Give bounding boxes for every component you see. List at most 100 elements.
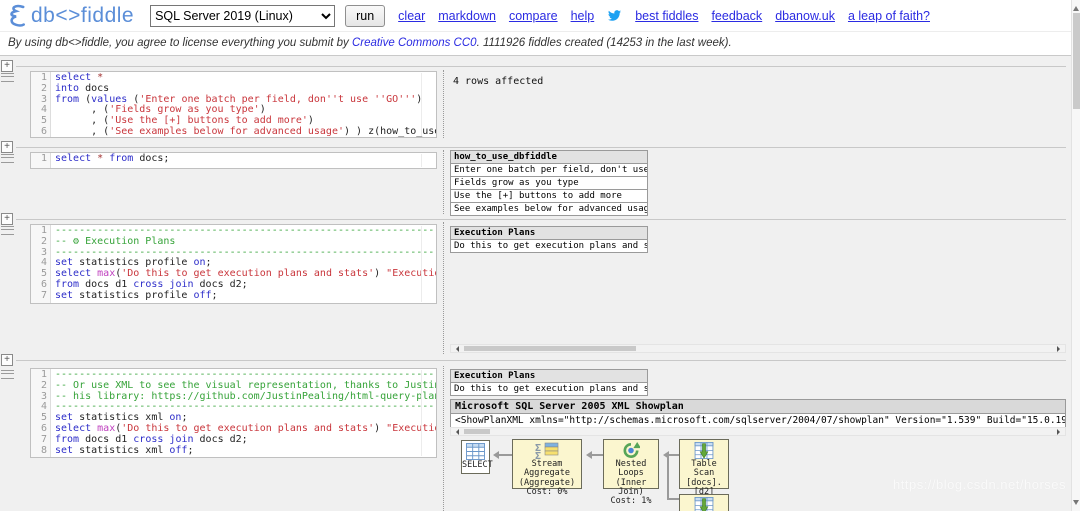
add-batch-button-4[interactable]: + xyxy=(1,354,13,366)
code-token: 'Fields grow as you type' xyxy=(109,104,260,115)
drag-handle-icon-3[interactable] xyxy=(1,226,14,235)
code-lines-1: 1select *2into docs3from (values ('Enter… xyxy=(31,72,436,138)
database-select[interactable]: SQL Server 2019 (Linux) xyxy=(150,5,335,27)
watermark: https://blog.csdn.net/horses xyxy=(893,477,1066,492)
plan-node-nested-loops[interactable]: Nested Loops (Inner Join) Cost: 1% xyxy=(603,439,659,489)
line-number: 8 xyxy=(31,446,51,457)
code-line: 1select * from docs; xyxy=(31,154,436,165)
nav-link-feedback[interactable]: feedback xyxy=(711,9,762,23)
cc0-link[interactable]: Creative Commons CC0 xyxy=(352,37,477,49)
result-row: Fields grow as you type xyxy=(451,177,648,190)
add-batch-button-2[interactable]: + xyxy=(1,141,13,153)
code-token: , ( xyxy=(55,126,109,137)
plan-node-table-scan-d2[interactable]: Table Scan [docs].[d2] Cost: 48% xyxy=(679,439,729,489)
twitter-icon[interactable] xyxy=(607,9,622,22)
code-token: 'Use the [+] buttons to add more' xyxy=(109,115,308,126)
code-token: 'Enter one batch per field, don''t use '… xyxy=(139,94,416,105)
code-token: -- his library: https://github.com/Justi… xyxy=(55,391,437,402)
plan-node-select[interactable]: SELECT xyxy=(461,440,490,474)
scroll-up-icon[interactable] xyxy=(1073,3,1079,11)
sql-editor-4[interactable]: 1---------------------------------------… xyxy=(30,368,437,458)
scroll-left-icon[interactable] xyxy=(453,429,459,435)
scroll-right-icon[interactable] xyxy=(1057,346,1063,352)
plan-node-sublabel: (Inner Join) xyxy=(604,479,658,498)
logo[interactable]: db<>fiddle xyxy=(8,3,134,29)
plan-node-stream-aggregate[interactable]: Σ Σ Stream Aggregate (Aggregate) Cost: 0… xyxy=(512,439,582,489)
result-cell: Enter one batch per field, don't use 'GO… xyxy=(451,164,648,177)
result-row: Use the [+] buttons to add more xyxy=(451,190,648,203)
scroll-right-icon[interactable] xyxy=(1057,429,1063,435)
scrollbar-thumb[interactable] xyxy=(1073,13,1080,109)
block-separator xyxy=(16,360,1066,361)
result-table-execution-plans-4: Execution PlansDo this to get execution … xyxy=(450,369,648,396)
code-token: 'Do this to get execution plans and stat… xyxy=(121,423,374,434)
scrollbar-thumb[interactable] xyxy=(464,346,636,351)
code-token: set xyxy=(55,290,73,301)
run-button[interactable]: run xyxy=(345,5,385,27)
code-token: cross xyxy=(133,434,163,445)
stream-aggregate-icon: Σ Σ xyxy=(535,442,559,459)
drag-handle-icon-2[interactable] xyxy=(1,154,14,163)
xml-horizontal-scrollbar[interactable] xyxy=(450,427,1066,436)
nav-link-dbanow[interactable]: dbanow.uk xyxy=(775,9,835,23)
drag-handle-icon-1[interactable] xyxy=(1,73,14,82)
code-token: docs d2; xyxy=(194,434,248,445)
drag-handle-icon-4[interactable] xyxy=(1,370,14,379)
code-token: ----------------------------------------… xyxy=(55,225,434,236)
fiddle-area: + + + + 1select *2into docs3from (values… xyxy=(0,56,1071,511)
dbfiddle-app: db<>fiddle SQL Server 2019 (Linux) run c… xyxy=(0,0,1080,511)
plan-node-table-scan-d1[interactable]: Table Scan [docs].[d1] Cost: 48% xyxy=(679,494,729,511)
sql-editor-3[interactable]: 1---------------------------------------… xyxy=(30,224,437,304)
code-token: select xyxy=(55,153,91,164)
add-batch-button-1[interactable]: + xyxy=(1,60,13,72)
page-vertical-scrollbar[interactable] xyxy=(1071,0,1080,511)
code-token: docs d1 xyxy=(79,279,133,290)
code-token: docs; xyxy=(133,153,169,164)
code-token: on xyxy=(193,257,205,268)
code-token: docs d1 xyxy=(79,434,133,445)
showplan-xml-text[interactable]: <ShowPlanXML xmlns="http://schemas.micro… xyxy=(451,414,1065,427)
logo-text: db<>fiddle xyxy=(31,4,134,28)
code-token: docs d2; xyxy=(194,279,248,290)
result-header-row: Execution Plans xyxy=(451,370,648,383)
nav-link-leap-of-faith[interactable]: a leap of faith? xyxy=(848,9,930,23)
code-token: statistics profile xyxy=(73,290,193,301)
code-token: ----------------------------------------… xyxy=(55,247,434,258)
scroll-down-icon[interactable] xyxy=(1073,500,1079,508)
stats-horizontal-scrollbar[interactable] xyxy=(450,344,1066,353)
code-token: select xyxy=(55,72,91,83)
sql-editor-2[interactable]: 1select * from docs; xyxy=(30,152,437,169)
code-token: ) ) z(how_to_use_dbfiddle); xyxy=(344,126,437,137)
code-token: from xyxy=(55,94,79,105)
code-text: , ('See examples below for advanced usag… xyxy=(51,127,437,138)
result-divider xyxy=(443,366,444,511)
code-token: set xyxy=(55,445,73,456)
result-cell: See examples below for advanced usage xyxy=(451,203,648,216)
sql-editor-1[interactable]: 1select *2into docs3from (values ('Enter… xyxy=(30,71,437,138)
line-number: 7 xyxy=(31,291,51,302)
nav-link-best-fiddles[interactable]: best fiddles xyxy=(635,9,698,23)
notice-text-after: . 1111926 fiddles created (14253 in the … xyxy=(477,37,732,49)
result-header-row: how_to_use_dbfiddle xyxy=(451,151,648,164)
scrollbar-thumb[interactable] xyxy=(464,429,490,434)
nav-link-help[interactable]: help xyxy=(571,9,595,23)
scroll-left-icon[interactable] xyxy=(453,346,459,352)
code-token: off xyxy=(193,290,211,301)
result-column-header: how_to_use_dbfiddle xyxy=(451,151,648,164)
result-table-how-to-use: how_to_use_dbfiddleEnter one batch per f… xyxy=(450,150,648,216)
result-table-execution-plans-3: Execution PlansDo this to get execution … xyxy=(450,226,648,253)
table-scan-icon xyxy=(694,442,714,459)
nav-link-clear[interactable]: clear xyxy=(398,9,425,23)
code-token: statistics xml xyxy=(73,445,169,456)
line-number: 2 xyxy=(31,381,51,392)
code-line: 6 , ('See examples below for advanced us… xyxy=(31,127,436,138)
add-batch-button-3[interactable]: + xyxy=(1,213,13,225)
result-cell: Do this to get execution plans and stats xyxy=(451,383,648,396)
code-token: values xyxy=(91,94,127,105)
nav-link-markdown[interactable]: markdown xyxy=(438,9,496,23)
code-token: "Execution Plans" xyxy=(386,423,437,434)
result-message-1: 4 rows affected xyxy=(453,76,543,87)
result-divider xyxy=(443,150,444,214)
showplan-title: Microsoft SQL Server 2005 XML Showplan xyxy=(451,400,1065,414)
nav-link-compare[interactable]: compare xyxy=(509,9,558,23)
